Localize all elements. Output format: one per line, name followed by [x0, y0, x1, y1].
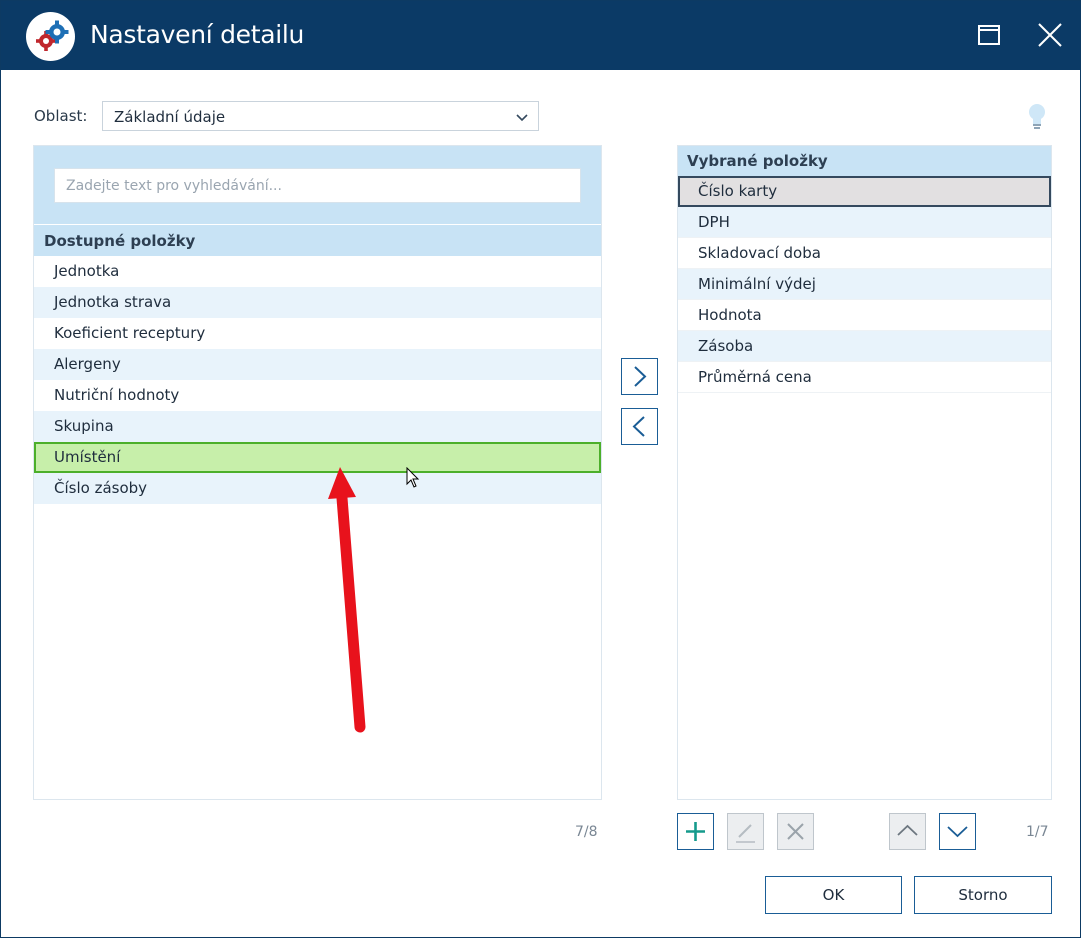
- selected-items-panel: Vybrané položky Číslo karty DPH Skladova…: [677, 145, 1052, 800]
- move-up-button[interactable]: [889, 813, 926, 850]
- list-item-label: Číslo karty: [698, 182, 778, 200]
- search-area: [34, 146, 601, 224]
- edit-button[interactable]: [727, 813, 764, 850]
- list-item[interactable]: DPH: [678, 207, 1051, 238]
- list-item[interactable]: Číslo zásoby: [34, 473, 601, 504]
- list-item-label: Nutriční hodnoty: [54, 386, 180, 404]
- maximize-icon[interactable]: [971, 17, 1007, 53]
- list-item[interactable]: Koeficient receptury: [34, 318, 601, 349]
- add-button[interactable]: [677, 813, 714, 850]
- area-select[interactable]: Základní údaje: [102, 101, 539, 131]
- list-item[interactable]: Skupina: [34, 411, 601, 442]
- selected-items-header: Vybrané položky: [678, 146, 1051, 176]
- list-item[interactable]: Jednotka: [34, 256, 601, 287]
- chevron-down-icon: [515, 110, 529, 122]
- available-items-header-label: Dostupné položky: [44, 232, 196, 250]
- list-item-label: Číslo zásoby: [54, 479, 148, 497]
- list-item-active[interactable]: Číslo karty: [678, 176, 1051, 207]
- list-item[interactable]: Nutriční hodnoty: [34, 380, 601, 411]
- plus-icon: [686, 822, 705, 841]
- window-title: Nastavení detailu: [90, 20, 305, 49]
- list-item-label: Koeficient receptury: [54, 324, 206, 342]
- available-count: 7/8: [575, 824, 598, 840]
- selected-items-header-label: Vybrané položky: [687, 152, 828, 170]
- list-item-label: DPH: [698, 213, 730, 231]
- list-item-label: Skupina: [54, 417, 114, 435]
- cancel-button[interactable]: Storno: [914, 876, 1052, 914]
- mouse-pointer-icon: [406, 466, 422, 489]
- selected-count: 1/7: [1026, 824, 1049, 840]
- list-item-label: Umístění: [54, 448, 121, 466]
- gears-icon: [26, 12, 75, 61]
- list-item-label: Průměrná cena: [698, 368, 812, 386]
- move-down-button[interactable]: [939, 813, 976, 850]
- area-label: Oblast:: [34, 107, 88, 125]
- lightbulb-icon[interactable]: [1026, 102, 1048, 132]
- dialog-window: Nastavení detailu Oblast: Základní údaje: [0, 0, 1081, 938]
- list-item[interactable]: Jednotka strava: [34, 287, 601, 318]
- list-item-label: Skladovací doba: [698, 244, 821, 262]
- list-item[interactable]: Zásoba: [678, 331, 1051, 362]
- pencil-icon: [736, 824, 755, 843]
- available-items-header: Dostupné položky: [34, 224, 601, 256]
- move-right-button[interactable]: [621, 358, 658, 395]
- list-item[interactable]: Průměrná cena: [678, 362, 1051, 393]
- delete-x-icon: [787, 823, 804, 840]
- search-input[interactable]: [54, 168, 581, 203]
- available-items-panel: Dostupné položky Jednotka Jednotka strav…: [33, 145, 602, 800]
- list-item-label: Jednotka: [54, 262, 120, 280]
- list-item-label: Alergeny: [54, 355, 121, 373]
- list-item-label: Hodnota: [698, 306, 762, 324]
- area-select-value: Základní údaje: [114, 108, 226, 126]
- move-left-button[interactable]: [621, 408, 658, 445]
- ok-button[interactable]: OK: [765, 876, 902, 914]
- delete-button[interactable]: [777, 813, 814, 850]
- chevron-left-icon: [632, 416, 645, 437]
- list-item[interactable]: Skladovací doba: [678, 238, 1051, 269]
- available-items-list: Jednotka Jednotka strava Koeficient rece…: [34, 256, 601, 504]
- chevron-right-icon: [634, 366, 647, 387]
- list-item[interactable]: Alergeny: [34, 349, 601, 380]
- chevron-up-icon: [897, 824, 918, 836]
- close-icon[interactable]: [1031, 17, 1067, 53]
- list-item-label: Jednotka strava: [54, 293, 172, 311]
- list-item[interactable]: Minimální výdej: [678, 269, 1051, 300]
- list-item-label: Zásoba: [698, 337, 754, 355]
- list-item-selected[interactable]: Umístění: [34, 442, 601, 473]
- chevron-down-icon: [947, 826, 968, 838]
- list-item-label: Minimální výdej: [698, 275, 816, 293]
- selected-items-list: Číslo karty DPH Skladovací doba Minimáln…: [678, 176, 1051, 393]
- title-bar: Nastavení detailu: [1, 1, 1080, 70]
- list-item[interactable]: Hodnota: [678, 300, 1051, 331]
